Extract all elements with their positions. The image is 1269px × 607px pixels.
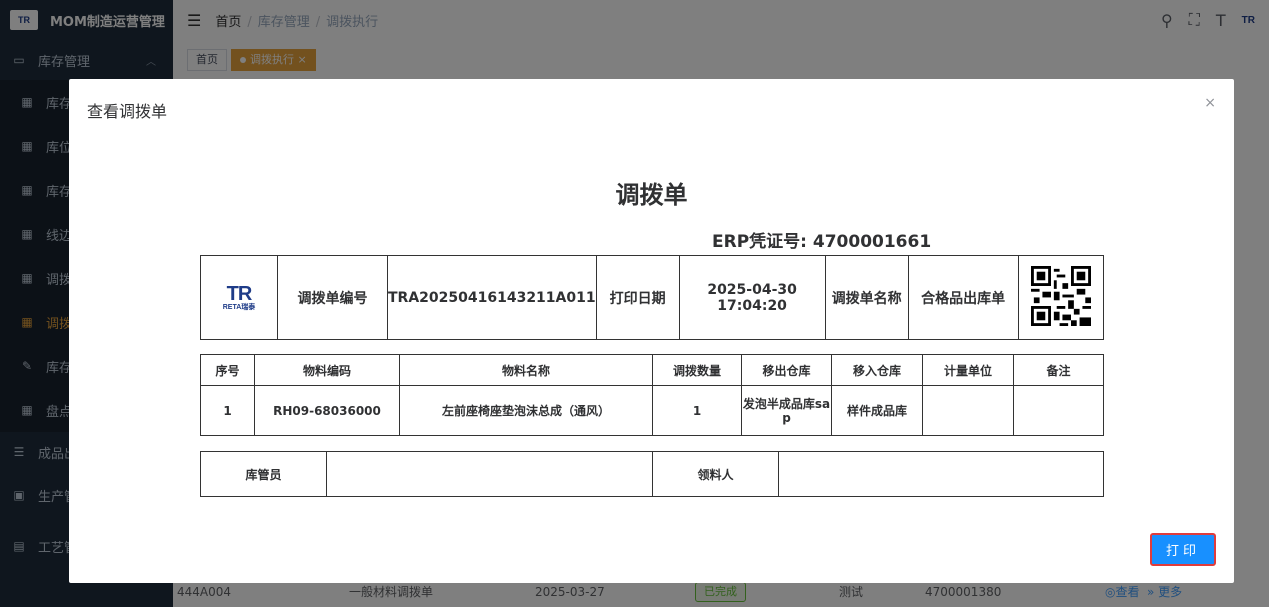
column-header: 物料编码 [254, 353, 400, 387]
keeper-label: 库管员 [200, 451, 327, 497]
column-header: 移入仓库 [831, 353, 923, 387]
view-transfer-dialog: 查看调拨单 × 调拨单 ERP凭证号: 4700001661 TR RETA瑞泰… [69, 79, 1234, 583]
name-value: 合格品出库单 [907, 255, 1019, 340]
receiver-value [778, 451, 1104, 497]
logo-cell: TR RETA瑞泰 [200, 255, 278, 340]
qr-code-icon [1030, 265, 1091, 326]
cell-to-warehouse: 样件成品库 [831, 385, 923, 436]
cell-material-code: RH09-68036000 [254, 385, 400, 436]
no-label: 调拨单编号 [277, 255, 388, 340]
name-label: 调拨单名称 [824, 255, 909, 340]
cell-seq: 1 [200, 385, 255, 436]
column-header: 物料名称 [399, 353, 653, 387]
cell-remark [1013, 385, 1104, 436]
column-header: 备注 [1013, 353, 1104, 387]
dialog-title: 查看调拨单 [87, 102, 168, 121]
receiver-label: 领料人 [652, 451, 779, 497]
table-row: 1 RH09-68036000 左前座椅座垫泡沫总成（通风） 1 发泡半成品库s… [200, 385, 1104, 436]
erp-voucher: ERP凭证号: 4700001661 [712, 232, 932, 252]
column-header: 序号 [200, 353, 255, 387]
cell-material-name: 左前座椅座垫泡沫总成（通风） [399, 385, 653, 436]
header-table: TR RETA瑞泰 调拨单编号 TRA20250416143211A011 打印… [200, 255, 1105, 340]
no-value: TRA20250416143211A011 [387, 255, 597, 340]
cell-from-warehouse: 发泡半成品库sap [741, 385, 832, 436]
column-header: 调拨数量 [652, 353, 742, 387]
keeper-value [326, 451, 653, 497]
company-logo: TR RETA瑞泰 [222, 282, 256, 311]
items-table: 序号 物料编码 物料名称 调拨数量 移出仓库 移入仓库 计量单位 备注 1 RH… [200, 353, 1104, 436]
print-date-value: 2025-04-30 17:04:20 [678, 255, 826, 340]
document-title: 调拨单 [615, 181, 688, 209]
signature-table: 库管员 领料人 [200, 451, 1104, 497]
print-date-label: 打印日期 [595, 255, 680, 340]
cell-quantity: 1 [652, 385, 742, 436]
close-icon[interactable]: × [1204, 95, 1216, 111]
print-button[interactable]: 打印 [1150, 533, 1216, 566]
qr-cell [1017, 255, 1105, 340]
table-header-row: 序号 物料编码 物料名称 调拨数量 移出仓库 移入仓库 计量单位 备注 [200, 353, 1104, 387]
cell-unit [922, 385, 1014, 436]
column-header: 计量单位 [922, 353, 1014, 387]
column-header: 移出仓库 [741, 353, 832, 387]
